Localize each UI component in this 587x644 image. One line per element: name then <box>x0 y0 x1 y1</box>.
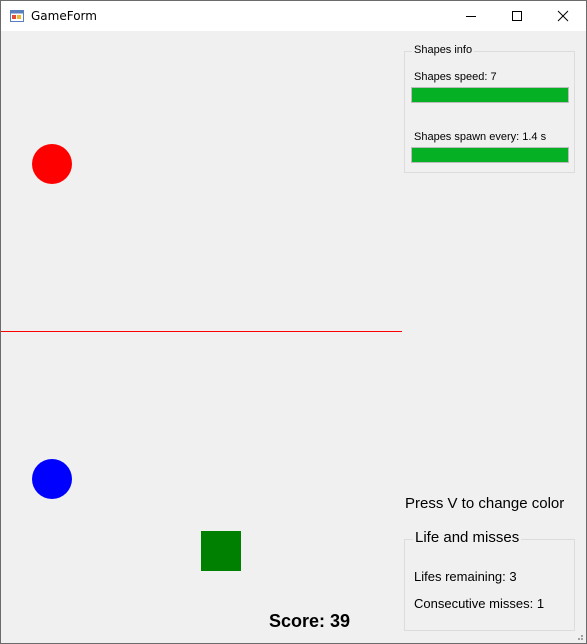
shapes-spawn-progress <box>411 147 569 163</box>
life-and-misses-group: Life and misses Lifes remaining: 3 Conse… <box>404 529 575 631</box>
shapes-spawn-progress-fill <box>412 148 568 162</box>
maximize-icon <box>512 11 522 21</box>
minimize-button[interactable] <box>448 1 494 31</box>
winforms-app-icon <box>10 10 24 22</box>
red-target-line <box>1 331 402 332</box>
shapes-speed-progress <box>411 87 569 103</box>
shapes-speed-label: Shapes speed: 7 <box>414 71 497 83</box>
shapes-info-caption: Shapes info <box>412 44 475 56</box>
score-label: Score: 39 <box>269 611 351 631</box>
life-and-misses-caption: Life and misses <box>413 529 522 546</box>
game-window: GameForm Shapes info Shapes speed: 7 Sha… <box>0 0 587 644</box>
close-button[interactable] <box>540 1 586 31</box>
consecutive-misses-label: Consecutive misses: 1 <box>414 596 545 611</box>
close-icon <box>557 10 569 22</box>
title-bar[interactable]: GameForm <box>1 1 586 31</box>
minimize-icon <box>466 16 476 17</box>
green-square-shape <box>201 531 241 571</box>
shapes-speed-progress-fill <box>412 88 568 102</box>
window-title: GameForm <box>31 9 97 23</box>
change-color-hint: Press V to change color <box>405 495 565 512</box>
maximize-button[interactable] <box>494 1 540 31</box>
shapes-info-group: Shapes info Shapes speed: 7 Shapes spawn… <box>404 44 575 173</box>
resize-grip-icon[interactable] <box>574 631 584 641</box>
red-circle-shape <box>32 144 72 184</box>
blue-circle-shape <box>32 459 72 499</box>
lifes-remaining-label: Lifes remaining: 3 <box>414 569 517 584</box>
shapes-spawn-label: Shapes spawn every: 1.4 s <box>414 131 547 143</box>
game-area[interactable]: Shapes info Shapes speed: 7 Shapes spawn… <box>1 31 586 643</box>
